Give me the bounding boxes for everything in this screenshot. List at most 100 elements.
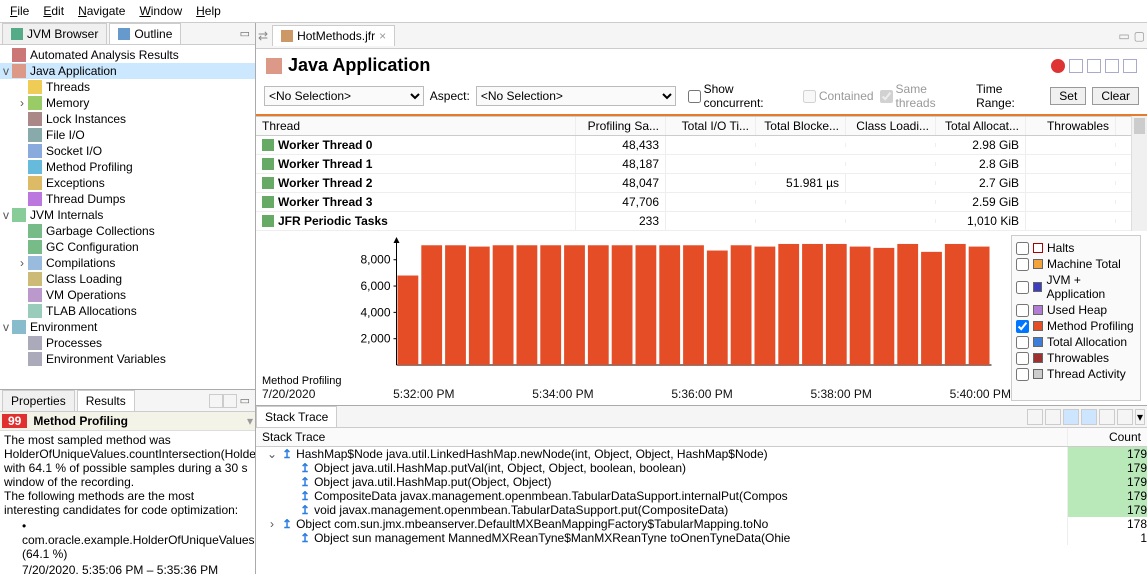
svg-text:8,000: 8,000 [360, 253, 390, 267]
arrow-up-icon: ↥ [300, 531, 310, 545]
maximize-icon[interactable]: ▢ [1134, 29, 1145, 43]
tree-env-vars[interactable]: Environment Variables [0, 351, 255, 367]
tree-compilations[interactable]: ›Compilations [0, 255, 255, 271]
col-classload[interactable]: Class Loadi... [846, 117, 936, 135]
info-icon[interactable] [1051, 59, 1065, 73]
legend-item[interactable]: JVM + Application [1016, 272, 1136, 302]
toolbar-icon[interactable] [223, 394, 237, 408]
table-row[interactable]: Worker Thread 2 48,04751.981 µs2.7 GiB [256, 174, 1131, 193]
show-concurrent-checkbox[interactable]: Show concurrent: [688, 82, 797, 110]
stack-row[interactable]: ›↥Object com.sun.jmx.mbeanserver.Default… [256, 517, 1147, 531]
clear-button[interactable]: Clear [1092, 87, 1139, 105]
legend-item[interactable]: Throwables [1016, 350, 1136, 366]
tree-gc-config[interactable]: GC Configuration [0, 239, 255, 255]
stack-row[interactable]: ↥Object java.util.HashMap.put(Object, Ob… [256, 475, 1147, 489]
stack-row[interactable]: ↥CompositeData javax.management.openmbea… [256, 489, 1147, 503]
stack-tool-icon[interactable] [1045, 409, 1061, 425]
menu-window[interactable]: Window [133, 2, 188, 20]
editor-tab[interactable]: HotMethods.jfr × [272, 25, 395, 46]
tab-results[interactable]: Results [77, 390, 135, 411]
menu-edit[interactable]: Edit [37, 2, 70, 20]
stack-row[interactable]: ↥Object sun management MannedMXReanTyne$… [256, 531, 1147, 545]
table-row[interactable]: JFR Periodic Tasks 2331,010 KiB [256, 212, 1131, 231]
col-throwables[interactable]: Throwables [1026, 117, 1116, 135]
col-thread[interactable]: Thread [256, 117, 576, 135]
thread-filter-select[interactable]: <No Selection> [264, 86, 424, 106]
minimize-icon[interactable]: ▭ [237, 394, 253, 407]
tree-gc[interactable]: Garbage Collections [0, 223, 255, 239]
minimize-icon[interactable]: ▭ [237, 27, 253, 40]
tree-thread-dumps[interactable]: Thread Dumps [0, 191, 255, 207]
tree-jvm-internals[interactable]: vJVM Internals [0, 207, 255, 223]
contained-checkbox[interactable]: Contained [803, 89, 874, 103]
time-range-label: Time Range: [976, 82, 1044, 110]
tree-threads[interactable]: Threads [0, 79, 255, 95]
table-row[interactable]: Worker Thread 1 48,1872.8 GiB [256, 155, 1131, 174]
result-title: Method Profiling [33, 414, 128, 428]
menu-file[interactable]: FFileile [4, 2, 35, 20]
svg-text:2,000: 2,000 [360, 332, 390, 346]
table-row[interactable]: Worker Thread 3 47,7062.59 GiB [256, 193, 1131, 212]
tree-java-application[interactable]: vJava Application [0, 63, 255, 79]
col-profiling[interactable]: Profiling Sa... [576, 117, 666, 135]
view-icon[interactable] [1123, 59, 1137, 73]
stack-row[interactable]: ⌄↥HashMap$Node java.util.LinkedHashMap.n… [256, 447, 1147, 461]
close-icon[interactable]: × [379, 29, 386, 43]
table-row[interactable]: Worker Thread 0 48,4332.98 GiB [256, 136, 1131, 155]
tab-outline[interactable]: Outline [109, 23, 181, 44]
legend-item[interactable]: Method Profiling [1016, 318, 1136, 334]
legend-item[interactable]: Halts [1016, 240, 1136, 256]
tree-processes[interactable]: Processes [0, 335, 255, 351]
chevron-down-icon[interactable]: ▾ [247, 414, 253, 428]
tree-socket-io[interactable]: Socket I/O [0, 143, 255, 159]
tab-jvm-browser[interactable]: JVM Browser [2, 23, 107, 44]
java-icon [12, 64, 26, 78]
aspect-select[interactable]: <No Selection> [476, 86, 676, 106]
stack-tool-icon[interactable] [1081, 409, 1097, 425]
same-threads-checkbox[interactable]: Same threads [880, 82, 971, 110]
col-count[interactable]: Count [1067, 428, 1147, 446]
view-icon[interactable] [1069, 59, 1083, 73]
tree-environment[interactable]: vEnvironment [0, 319, 255, 335]
legend-item[interactable]: Thread Activity [1016, 366, 1136, 382]
col-io[interactable]: Total I/O Ti... [666, 117, 756, 135]
stack-tool-icon[interactable] [1099, 409, 1115, 425]
toolbar-icon[interactable] [209, 394, 223, 408]
set-button[interactable]: Set [1050, 87, 1086, 105]
col-stack-trace[interactable]: Stack Trace [256, 428, 1067, 446]
stack-tool-dropdown[interactable]: ▾ [1135, 409, 1145, 425]
stack-tool-icon[interactable] [1063, 409, 1079, 425]
chart-canvas[interactable]: 2,0004,0006,0008,000 [262, 235, 1011, 375]
link-icon[interactable]: ⇄ [258, 29, 268, 43]
outline-tree: Automated Analysis Results vJava Applica… [0, 45, 255, 389]
tree-file-io[interactable]: File I/O [0, 127, 255, 143]
aspect-label: Aspect: [430, 89, 470, 103]
tree-memory[interactable]: ›Memory [0, 95, 255, 111]
stack-row[interactable]: ↥Object java.util.HashMap.putVal(int, Ob… [256, 461, 1147, 475]
result-bullet: • com.oracle.example.HolderOfUniqueValue… [22, 519, 251, 561]
stack-row[interactable]: ↥void javax.management.openmbean.Tabular… [256, 503, 1147, 517]
tree-vm-operations[interactable]: VM Operations [0, 287, 255, 303]
legend-item[interactable]: Total Allocation [1016, 334, 1136, 350]
col-alloc[interactable]: Total Allocat... [936, 117, 1026, 135]
tree-class-loading[interactable]: Class Loading [0, 271, 255, 287]
view-icon[interactable] [1105, 59, 1119, 73]
tab-properties[interactable]: Properties [2, 390, 75, 411]
scrollbar[interactable] [1131, 116, 1147, 231]
stack-tool-icon[interactable] [1027, 409, 1043, 425]
tree-method-profiling[interactable]: Method Profiling [0, 159, 255, 175]
tab-stack-trace[interactable]: Stack Trace [256, 406, 337, 427]
legend-item[interactable]: Used Heap [1016, 302, 1136, 318]
col-blocked[interactable]: Total Blocke... [756, 117, 846, 135]
tree-automated-analysis[interactable]: Automated Analysis Results [0, 47, 255, 63]
view-icon[interactable] [1087, 59, 1101, 73]
menu-help[interactable]: Help [190, 2, 227, 20]
stack-tool-icon[interactable] [1117, 409, 1133, 425]
tree-exceptions[interactable]: Exceptions [0, 175, 255, 191]
legend-item[interactable]: Machine Total [1016, 256, 1136, 272]
minimize-icon[interactable]: ▭ [1118, 29, 1129, 43]
tree-tlab[interactable]: TLAB Allocations [0, 303, 255, 319]
menu-navigate[interactable]: Navigate [72, 2, 131, 20]
filter-toolbar: <No Selection> Aspect: <No Selection> Sh… [256, 80, 1147, 116]
tree-lock-instances[interactable]: Lock Instances [0, 111, 255, 127]
